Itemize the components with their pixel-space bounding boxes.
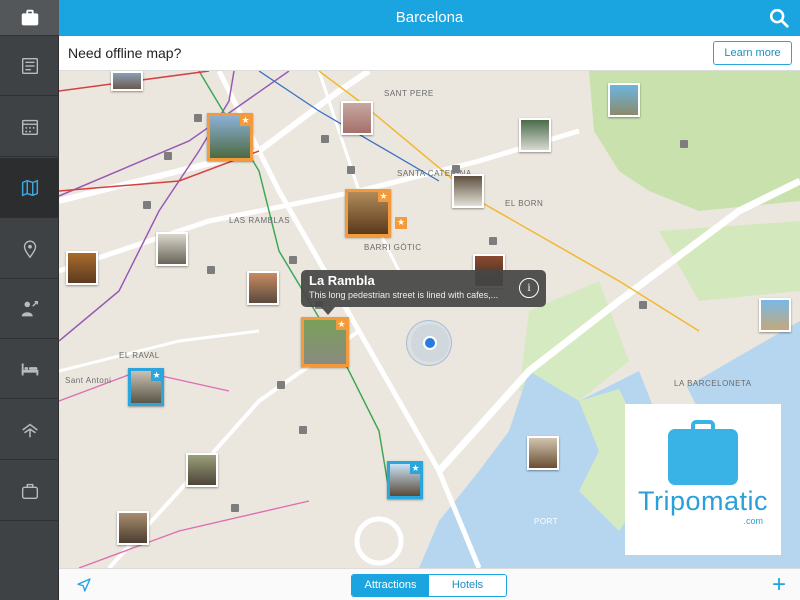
current-location-dot: [423, 336, 437, 350]
featured-attraction-thumbnail[interactable]: ★: [207, 113, 253, 161]
featured-attraction-thumbnail-la-rambla[interactable]: ★: [301, 317, 349, 367]
attraction-thumbnail[interactable]: [527, 436, 559, 470]
sidebar-item-transport[interactable]: [0, 400, 59, 460]
poi-marker[interactable]: [277, 381, 285, 389]
poi-marker[interactable]: [207, 266, 215, 274]
callout-pointer: [321, 307, 335, 315]
callout-title: La Rambla: [309, 273, 375, 288]
luggage-icon: [21, 483, 38, 499]
star-icon: ★: [151, 370, 161, 381]
starred-attraction-thumbnail[interactable]: ★: [387, 461, 423, 499]
tripomatic-logo: Tripomatic .com: [625, 404, 781, 555]
attraction-thumbnail[interactable]: [452, 174, 484, 208]
sidebar-item-suitcase[interactable]: [0, 0, 59, 36]
suitcase-icon: [21, 9, 38, 25]
offline-map-banner: Need offline map? Learn more: [59, 36, 800, 71]
attraction-thumbnail[interactable]: [117, 511, 149, 545]
sidebar-item-guide[interactable]: [0, 36, 59, 96]
star-icon[interactable]: ★: [395, 217, 407, 229]
poi-marker[interactable]: [639, 301, 647, 309]
poi-marker[interactable]: [231, 504, 239, 512]
search-icon[interactable]: [768, 7, 790, 29]
poi-marker[interactable]: [489, 237, 497, 245]
star-icon: ★: [240, 115, 250, 126]
transport-icon: [21, 423, 38, 437]
tab-attractions[interactable]: Attractions: [352, 575, 429, 596]
sidebar: [0, 0, 59, 600]
district-label: LAS RAMBLAS: [229, 216, 291, 225]
star-icon: ★: [378, 191, 388, 202]
poi-marker[interactable]: [143, 201, 151, 209]
poi-marker[interactable]: [680, 140, 688, 148]
starred-attraction-thumbnail[interactable]: ★: [128, 368, 164, 406]
featured-attraction-thumbnail[interactable]: ★: [345, 189, 391, 237]
calendar-icon: [21, 119, 38, 135]
poi-marker[interactable]: [321, 135, 329, 143]
poi-marker[interactable]: [452, 165, 460, 173]
sidebar-item-activities[interactable]: [0, 279, 59, 339]
sidebar-item-map[interactable]: [0, 158, 59, 218]
callout-description: This long pedestrian street is lined wit…: [309, 290, 499, 300]
category-segmented-control: Attractions Hotels: [351, 574, 507, 597]
navigation-arrow-icon[interactable]: [75, 576, 93, 594]
bed-icon: [21, 363, 38, 375]
place-callout[interactable]: La Rambla This long pedestrian street is…: [301, 270, 546, 315]
district-label: BARRI GÒTIC: [364, 243, 422, 252]
sidebar-item-calendar[interactable]: [0, 97, 59, 157]
tab-hotels[interactable]: Hotels: [429, 575, 506, 596]
banner-text: Need offline map?: [68, 45, 182, 61]
logo-suffix: .com: [743, 516, 763, 526]
poi-marker[interactable]: [164, 152, 172, 160]
person-icon: [21, 300, 38, 316]
attraction-thumbnail[interactable]: [156, 232, 188, 266]
attraction-thumbnail[interactable]: [341, 101, 373, 135]
district-label: Sant Antoni: [65, 376, 112, 385]
info-icon[interactable]: i: [519, 278, 539, 298]
page-title: Barcelona: [395, 9, 464, 26]
sidebar-item-places[interactable]: [0, 219, 59, 279]
star-icon: ★: [336, 319, 346, 330]
district-label: LA BARCELONETA: [674, 379, 752, 388]
logo-text: Tripomatic: [637, 486, 769, 516]
district-label: SANT PERE: [384, 89, 434, 98]
newspaper-icon: [21, 57, 38, 74]
suitcase-logo-icon: [668, 429, 738, 485]
attraction-thumbnail[interactable]: [519, 118, 551, 152]
attraction-thumbnail[interactable]: [186, 453, 218, 487]
learn-more-button[interactable]: Learn more: [713, 41, 792, 65]
bottom-toolbar: Attractions Hotels +: [59, 568, 800, 600]
attraction-thumbnail[interactable]: [608, 83, 640, 117]
attraction-thumbnail[interactable]: [247, 271, 279, 305]
add-button[interactable]: +: [772, 573, 786, 597]
district-label: PORT: [534, 517, 559, 526]
poi-marker[interactable]: [299, 426, 307, 434]
star-icon: ★: [410, 463, 420, 474]
sidebar-item-hotels[interactable]: [0, 339, 59, 399]
poi-marker[interactable]: [289, 256, 297, 264]
attraction-thumbnail[interactable]: [759, 298, 791, 332]
poi-marker[interactable]: [347, 166, 355, 174]
poi-marker[interactable]: [194, 114, 202, 122]
header-bar: Barcelona: [59, 0, 800, 36]
map-icon: [21, 179, 38, 196]
district-label: EL BORN: [505, 199, 544, 208]
pin-icon: [23, 240, 36, 258]
sidebar-item-luggage[interactable]: [0, 461, 59, 521]
attraction-thumbnail[interactable]: [66, 251, 98, 285]
attraction-thumbnail[interactable]: [111, 71, 143, 91]
district-label: EL RAVAL: [119, 351, 160, 360]
